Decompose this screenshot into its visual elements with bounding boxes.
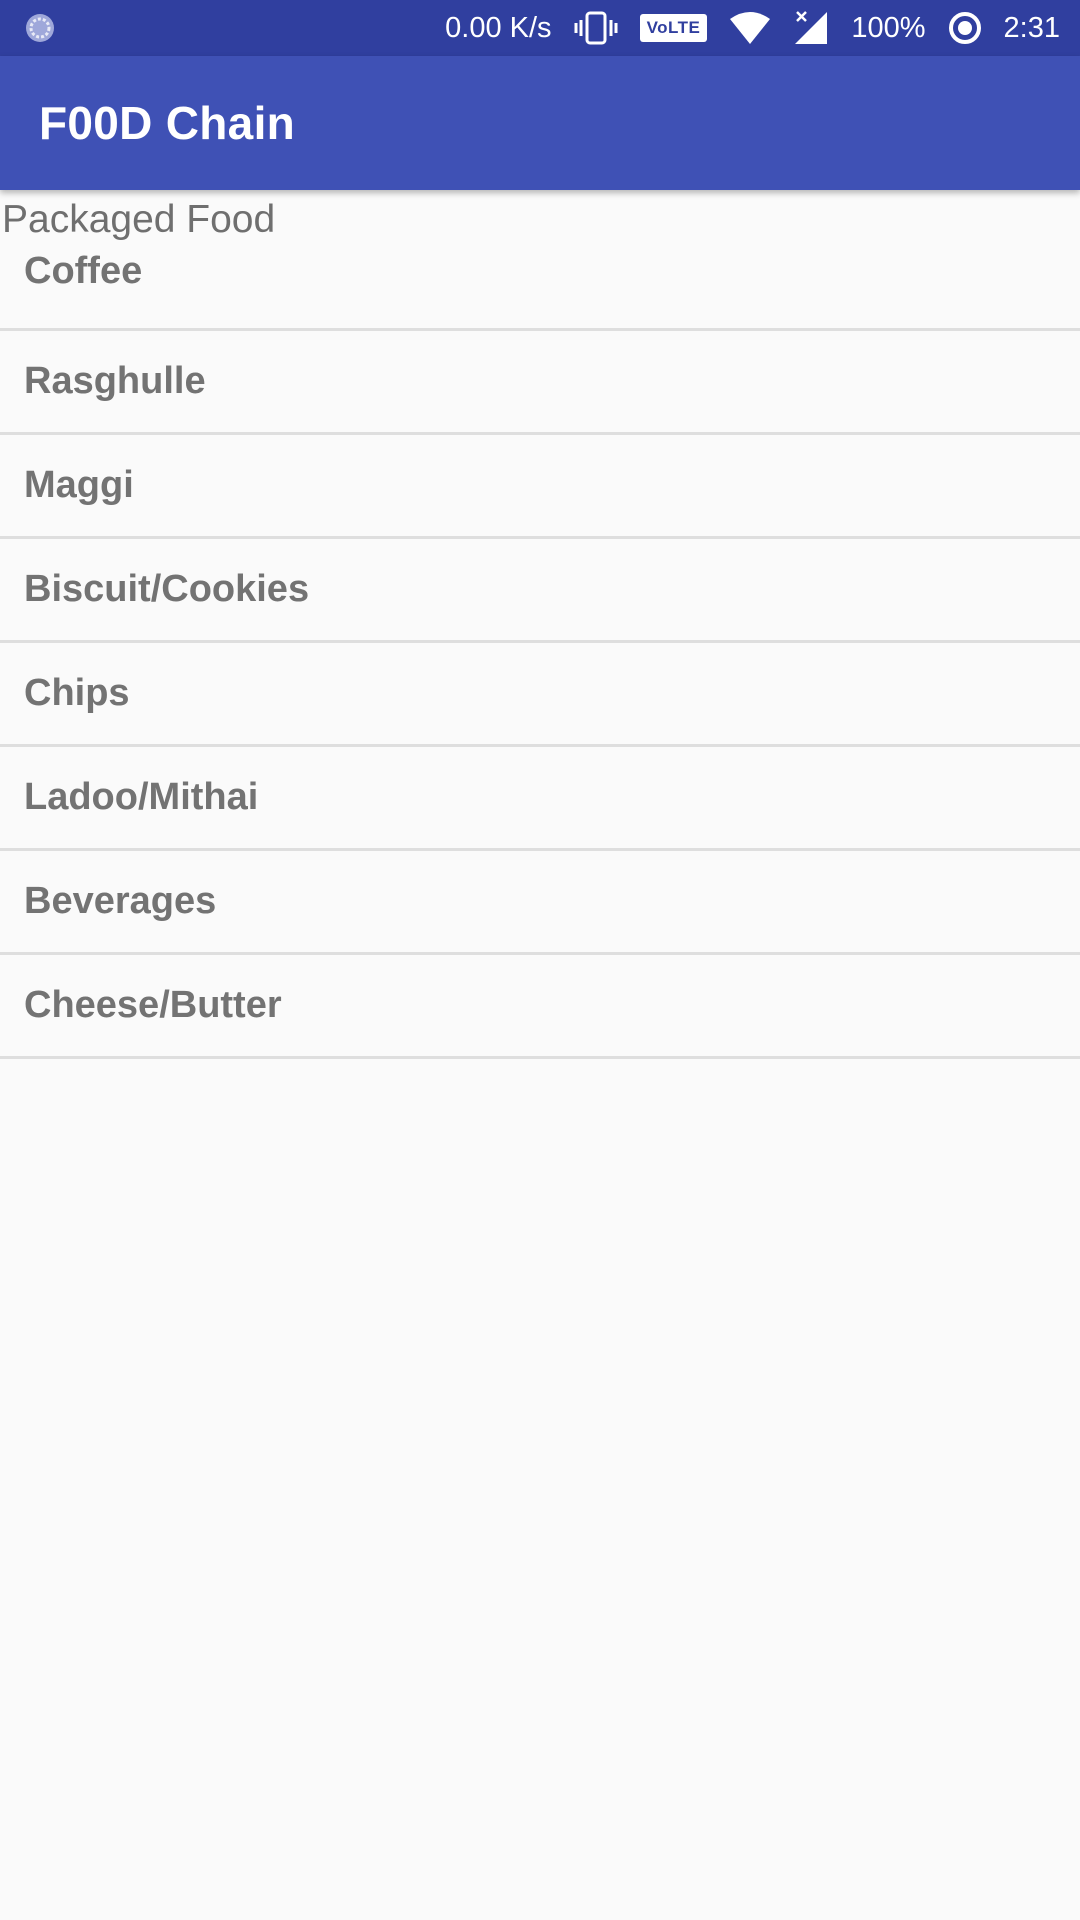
network-speed: 0.00 K/s xyxy=(445,11,552,44)
clock: 2:31 xyxy=(1003,11,1060,44)
list-item-label: Ladoo/Mithai xyxy=(24,776,259,818)
app-title: F00D Chain xyxy=(39,97,296,149)
list-item-ladoo-mithai[interactable]: Ladoo/Mithai xyxy=(0,747,1080,851)
food-list: Coffee Rasghulle Maggi Biscuit/Cookies C… xyxy=(0,248,1080,1059)
app-notification-icon xyxy=(24,10,56,46)
list-item-label: Chips xyxy=(24,672,130,714)
list-item-cheese-butter[interactable]: Cheese/Butter xyxy=(0,955,1080,1059)
signal-icon xyxy=(793,10,829,46)
list-item-beverages[interactable]: Beverages xyxy=(0,851,1080,955)
battery-percent: 100% xyxy=(851,11,926,44)
app-bar: F00D Chain xyxy=(0,56,1080,190)
status-left xyxy=(24,10,445,46)
list-item-label: Cheese/Butter xyxy=(24,984,282,1026)
wifi-icon xyxy=(729,10,771,46)
list-item-chips[interactable]: Chips xyxy=(0,643,1080,747)
list-item-coffee[interactable]: Coffee xyxy=(0,248,1080,331)
list-item-maggi[interactable]: Maggi xyxy=(0,435,1080,539)
list-item-biscuit-cookies[interactable]: Biscuit/Cookies xyxy=(0,539,1080,643)
list-item-label: Coffee xyxy=(24,250,143,292)
volte-badge: VoLTE xyxy=(639,14,708,42)
list-item-label: Biscuit/Cookies xyxy=(24,568,310,610)
list-item-label: Rasghulle xyxy=(24,360,206,402)
status-right: 0.00 K/s VoLTE 100% 2:31 xyxy=(445,10,1060,46)
main-content: Packaged Food Coffee Rasghulle Maggi Bis… xyxy=(0,190,1080,1059)
status-bar: 0.00 K/s VoLTE 100% 2:31 xyxy=(0,0,1080,56)
section-title: Packaged Food xyxy=(2,198,276,241)
circle-status-icon xyxy=(948,10,982,46)
list-item-label: Beverages xyxy=(24,880,217,922)
list-item-label: Maggi xyxy=(24,464,134,506)
list-item-rasghulle[interactable]: Rasghulle xyxy=(0,331,1080,435)
vibrate-icon xyxy=(574,10,618,46)
